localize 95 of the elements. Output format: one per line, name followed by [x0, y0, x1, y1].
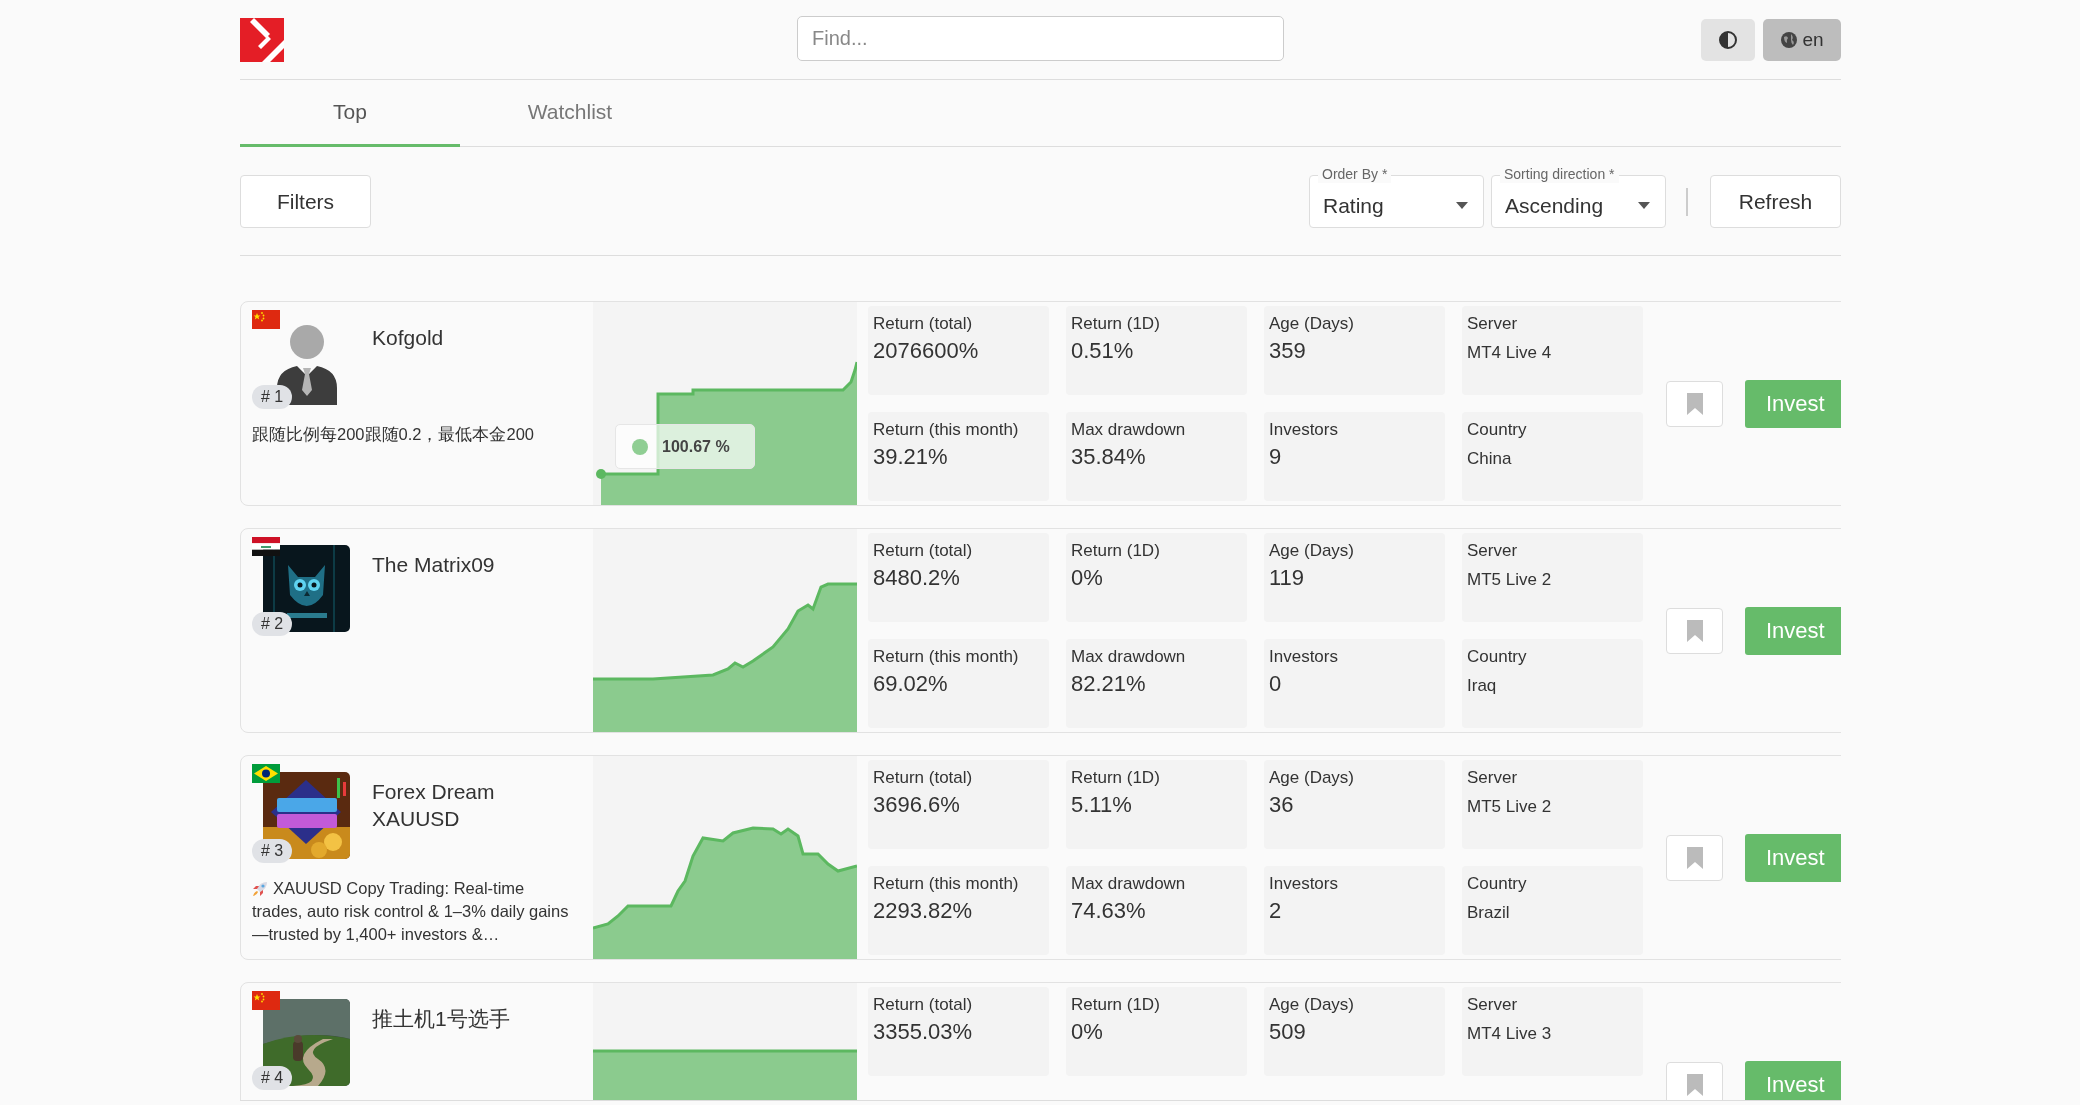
flag-icon [252, 310, 280, 329]
trader-description: XAUUSD Copy Trading: Real-time trades, auto risk control & 1–3% daily gains—trusted by 1,400+ investors &… [252, 878, 570, 945]
stat-value: 36 [1269, 792, 1295, 818]
rank-badge: # 3 [252, 839, 293, 863]
order-by-select[interactable]: Order By * Rating [1309, 166, 1484, 228]
chart-tooltip: 100.67 % [615, 424, 755, 469]
language-button[interactable]: en [1763, 18, 1841, 61]
stat-label: Return (total) [873, 541, 974, 561]
refresh-button[interactable]: Refresh [1710, 175, 1841, 228]
stat-value: 2076600% [873, 338, 980, 364]
trader-name: Kofgold [372, 325, 445, 351]
stat-label: Investors [1269, 647, 1339, 667]
bookmark-icon [1686, 619, 1703, 642]
bookmark-button[interactable] [1666, 834, 1723, 881]
stat-label: Server [1467, 768, 1519, 788]
stat-value: China [1467, 449, 1513, 469]
stat-value: MT4 Live 3 [1467, 1024, 1553, 1044]
stat-value: MT5 Live 2 [1467, 570, 1553, 590]
stat-value: 0% [1071, 565, 1104, 591]
stat-label: Server [1467, 541, 1519, 561]
stat-label: Return (this month) [873, 647, 1020, 667]
sorting-direction-select[interactable]: Sorting direction * Ascending [1491, 166, 1666, 228]
stat-label: Return (1D) [1071, 995, 1161, 1015]
stat-value: 3355.03% [873, 1019, 974, 1045]
logo-icon[interactable] [240, 17, 284, 62]
stat-label: Investors [1269, 420, 1339, 440]
rank-badge: # 4 [252, 1066, 293, 1090]
stat-value: 0% [1071, 1019, 1104, 1045]
stat-value: 74.63% [1071, 898, 1147, 924]
flag-icon [252, 537, 280, 556]
caret-icon [1456, 202, 1468, 209]
stat-label: Max drawdown [1071, 420, 1187, 440]
stat-label: Return (this month) [873, 874, 1020, 894]
rank-badge: # 2 [252, 612, 293, 636]
stat-label: Return (total) [873, 768, 974, 788]
stat-label: Max drawdown [1071, 874, 1187, 894]
stat-value: 0.51% [1071, 338, 1135, 364]
stat-label: Server [1467, 314, 1519, 334]
stat-label: Age (Days) [1269, 768, 1356, 788]
stat-value: 2293.82% [873, 898, 974, 924]
stat-value: 359 [1269, 338, 1307, 364]
theme-toggle-button[interactable] [1701, 18, 1755, 61]
stat-label: Country [1467, 647, 1528, 667]
stat-label: Age (Days) [1269, 541, 1356, 561]
stat-value: MT5 Live 2 [1467, 797, 1553, 817]
stat-value: 8480.2% [873, 565, 961, 591]
stat-label: Return (total) [873, 314, 974, 334]
trader-name: Forex Dream XAUUSD [372, 779, 496, 832]
stat-label: Investors [1269, 874, 1339, 894]
trader-description: 跟随比例每200跟随0.2，最低本金200 [252, 424, 535, 445]
tab[interactable]: Top [240, 80, 460, 147]
bookmark-icon [1686, 1073, 1703, 1096]
bookmark-button[interactable] [1666, 380, 1723, 427]
stat-value: 9 [1269, 444, 1283, 470]
rocket-icon [252, 881, 268, 897]
trader-name: 推土机1号选手 [372, 1006, 511, 1032]
stat-label: Return (this month) [873, 420, 1020, 440]
stat-label: Country [1467, 874, 1528, 894]
stat-value: 2 [1269, 898, 1283, 924]
stat-value: Brazil [1467, 903, 1511, 923]
search-field[interactable]: Find... [797, 16, 1284, 61]
stat-label: Max drawdown [1071, 647, 1187, 667]
bookmark-button[interactable] [1666, 1061, 1723, 1100]
stat-label: Age (Days) [1269, 995, 1356, 1015]
contrast-icon [1718, 29, 1738, 50]
stat-value: 35.84% [1071, 444, 1147, 470]
stat-label: Return (1D) [1071, 768, 1161, 788]
stat-value: Iraq [1467, 676, 1498, 696]
stat-value: 5.11% [1071, 792, 1133, 818]
tab[interactable]: Watchlist [460, 80, 680, 147]
flag-icon [252, 991, 280, 1010]
stat-value: 69.02% [873, 671, 949, 697]
flag-icon [252, 764, 280, 783]
caret-icon [1638, 202, 1650, 209]
stat-label: Country [1467, 420, 1528, 440]
filters-button[interactable]: Filters [240, 175, 371, 228]
bookmark-button[interactable] [1666, 607, 1723, 654]
bookmark-icon [1686, 392, 1703, 415]
stat-label: Server [1467, 995, 1519, 1015]
trader-name: The Matrix09 [372, 552, 496, 578]
stat-value: 82.21% [1071, 671, 1147, 697]
stat-label: Return (total) [873, 995, 974, 1015]
bookmark-icon [1686, 846, 1703, 869]
stat-value: 39.21% [873, 444, 949, 470]
series-dot-icon [632, 438, 648, 455]
stat-label: Return (1D) [1071, 314, 1161, 334]
rank-badge: # 1 [252, 385, 293, 409]
globe-icon [1780, 30, 1799, 49]
stat-value: MT4 Live 4 [1467, 343, 1553, 363]
stat-label: Return (1D) [1071, 541, 1161, 561]
stat-label: Age (Days) [1269, 314, 1356, 334]
stat-value: 509 [1269, 1019, 1307, 1045]
stat-value: 3696.6% [873, 792, 961, 818]
stat-value: 0 [1269, 671, 1283, 697]
stat-value: 119 [1269, 565, 1306, 591]
